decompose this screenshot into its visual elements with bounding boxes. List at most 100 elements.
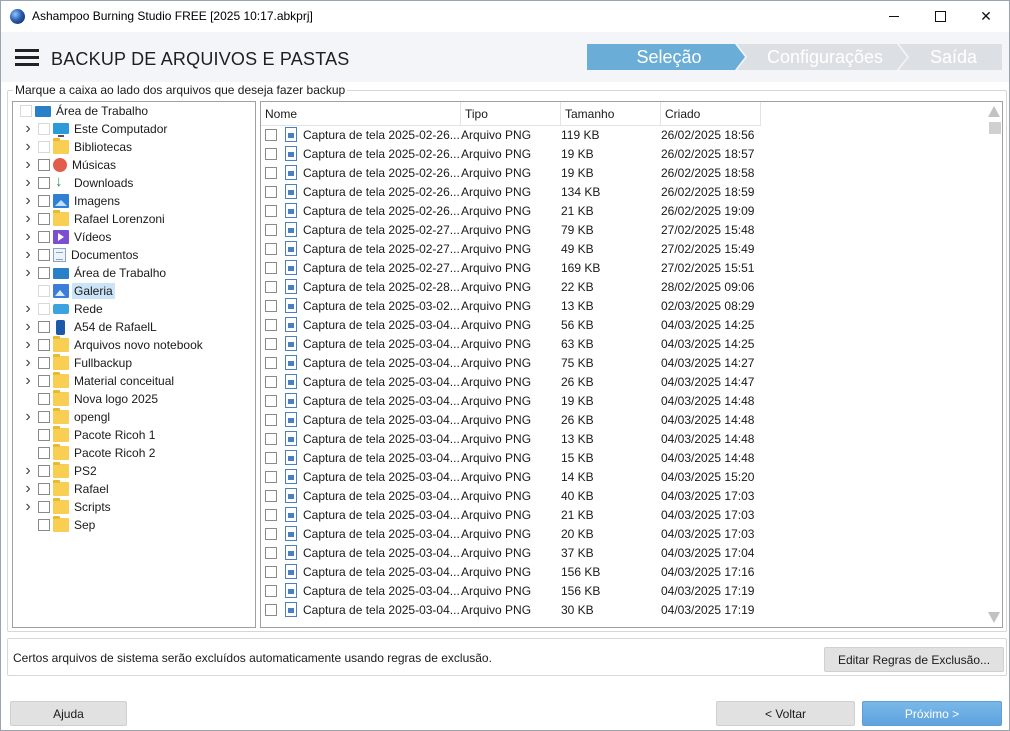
minimize-button[interactable] xyxy=(871,1,917,32)
chevron-right-icon[interactable]: › xyxy=(21,246,35,264)
chevron-right-icon[interactable]: › xyxy=(21,336,35,354)
table-row[interactable]: Captura de tela 2025-03-04... Arquivo PNG… xyxy=(261,373,985,392)
scroll-down-icon[interactable] xyxy=(988,612,1000,623)
tree-checkbox[interactable] xyxy=(38,375,50,387)
tree-checkbox[interactable] xyxy=(38,501,50,513)
tree-checkbox[interactable] xyxy=(38,339,50,351)
table-row[interactable]: Captura de tela 2025-02-26... Arquivo PNG… xyxy=(261,145,985,164)
row-checkbox[interactable] xyxy=(265,186,277,198)
tree-checkbox[interactable] xyxy=(38,447,50,459)
tree-item[interactable]: ›Pacote Ricoh 1 xyxy=(21,426,157,444)
row-checkbox[interactable] xyxy=(265,585,277,597)
table-row[interactable]: Captura de tela 2025-03-04... Arquivo PNG… xyxy=(261,449,985,468)
table-row[interactable]: Captura de tela 2025-03-04... Arquivo PNG… xyxy=(261,582,985,601)
tree-checkbox[interactable] xyxy=(38,303,50,315)
chevron-right-icon[interactable]: › xyxy=(21,156,35,174)
table-row[interactable]: Captura de tela 2025-03-04... Arquivo PNG… xyxy=(261,506,985,525)
tree-item[interactable]: › Este Computador xyxy=(21,120,169,138)
row-checkbox[interactable] xyxy=(265,319,277,331)
next-button[interactable]: Próximo > xyxy=(862,701,1002,726)
table-row[interactable]: Captura de tela 2025-03-04... Arquivo PNG… xyxy=(261,411,985,430)
tree-item[interactable]: › opengl xyxy=(21,408,112,426)
column-header-type[interactable]: Tipo xyxy=(461,102,561,126)
row-checkbox[interactable] xyxy=(265,395,277,407)
tree-item[interactable]: › A54 de RafaelL xyxy=(21,318,159,336)
tree-checkbox[interactable] xyxy=(38,465,50,477)
row-checkbox[interactable] xyxy=(265,205,277,217)
table-row[interactable]: Captura de tela 2025-03-04... Arquivo PNG… xyxy=(261,316,985,335)
folder-tree[interactable]: Área de Trabalho › Este Computador › Biblio… xyxy=(12,101,256,628)
column-header-size[interactable]: Tamanho xyxy=(561,102,661,126)
table-row[interactable]: Captura de tela 2025-02-26... Arquivo PNG… xyxy=(261,126,985,145)
chevron-right-icon[interactable]: › xyxy=(21,192,35,210)
column-header-created[interactable]: Criado xyxy=(661,102,761,126)
row-checkbox[interactable] xyxy=(265,547,277,559)
tree-item[interactable]: › Rafael xyxy=(21,480,111,498)
tree-item[interactable]: › Vídeos xyxy=(21,228,113,246)
chevron-right-icon[interactable]: › xyxy=(21,318,35,336)
back-button[interactable]: < Voltar xyxy=(716,701,855,726)
tree-item[interactable]: › Bibliotecas xyxy=(21,138,134,156)
row-checkbox[interactable] xyxy=(265,129,277,141)
row-checkbox[interactable] xyxy=(265,338,277,350)
table-row[interactable]: Captura de tela 2025-02-27... Arquivo PNG… xyxy=(261,240,985,259)
row-checkbox[interactable] xyxy=(265,281,277,293)
chevron-right-icon[interactable]: › xyxy=(21,498,35,516)
scroll-thumb[interactable] xyxy=(989,122,1001,134)
row-checkbox[interactable] xyxy=(265,509,277,521)
row-checkbox[interactable] xyxy=(265,471,277,483)
chevron-right-icon[interactable]: › xyxy=(21,480,35,498)
tree-checkbox[interactable] xyxy=(38,429,50,441)
tree-checkbox[interactable] xyxy=(38,393,50,405)
chevron-right-icon[interactable]: › xyxy=(21,174,35,192)
row-checkbox[interactable] xyxy=(265,167,277,179)
row-checkbox[interactable] xyxy=(265,528,277,540)
chevron-right-icon[interactable]: › xyxy=(21,228,35,246)
tree-item[interactable]: ›Nova logo 2025 xyxy=(21,390,160,408)
maximize-button[interactable] xyxy=(917,1,963,32)
table-row[interactable]: Captura de tela 2025-03-04... Arquivo PNG… xyxy=(261,468,985,487)
table-row[interactable]: Captura de tela 2025-03-04... Arquivo PNG… xyxy=(261,392,985,411)
row-checkbox[interactable] xyxy=(265,414,277,426)
row-checkbox[interactable] xyxy=(265,433,277,445)
tree-checkbox[interactable] xyxy=(38,267,50,279)
tree-item[interactable]: › Material conceitual xyxy=(21,372,176,390)
row-checkbox[interactable] xyxy=(265,376,277,388)
edit-exclusion-rules-button[interactable]: Editar Regras de Exclusão... xyxy=(824,647,1004,672)
chevron-right-icon[interactable]: › xyxy=(21,120,35,138)
tree-checkbox[interactable] xyxy=(38,411,50,423)
table-row[interactable]: Captura de tela 2025-03-04... Arquivo PNG… xyxy=(261,601,985,620)
scroll-up-icon[interactable] xyxy=(988,106,1000,117)
table-row[interactable]: Captura de tela 2025-03-04... Arquivo PNG… xyxy=(261,563,985,582)
chevron-right-icon[interactable]: › xyxy=(21,372,35,390)
tree-checkbox[interactable] xyxy=(38,483,50,495)
column-header-name[interactable]: Nome xyxy=(261,102,461,126)
table-row[interactable]: Captura de tela 2025-03-04... Arquivo PNG… xyxy=(261,430,985,449)
row-checkbox[interactable] xyxy=(265,300,277,312)
tree-item[interactable]: › Documentos xyxy=(21,246,140,264)
menu-icon[interactable] xyxy=(15,49,39,67)
tree-item[interactable]: › Imagens xyxy=(21,192,122,210)
table-row[interactable]: Captura de tela 2025-03-04... Arquivo PNG… xyxy=(261,354,985,373)
table-row[interactable]: Captura de tela 2025-02-26... Arquivo PNG… xyxy=(261,164,985,183)
tree-item[interactable]: › Fullbackup xyxy=(21,354,134,372)
row-checkbox[interactable] xyxy=(265,357,277,369)
tree-item[interactable]: › PS2 xyxy=(21,462,99,480)
tree-item[interactable]: › Arquivos novo notebook xyxy=(21,336,205,354)
row-checkbox[interactable] xyxy=(265,604,277,616)
row-checkbox[interactable] xyxy=(265,148,277,160)
help-button[interactable]: Ajuda xyxy=(10,701,127,726)
tree-checkbox[interactable] xyxy=(38,285,50,297)
tree-item[interactable]: ›Pacote Ricoh 2 xyxy=(21,444,157,462)
tree-item[interactable]: › Downloads xyxy=(21,173,135,192)
table-row[interactable]: Captura de tela 2025-03-02... Arquivo PNG… xyxy=(261,297,985,316)
chevron-right-icon[interactable]: › xyxy=(21,300,35,318)
tree-checkbox[interactable] xyxy=(38,231,50,243)
row-checkbox[interactable] xyxy=(265,490,277,502)
tree-checkbox[interactable] xyxy=(38,357,50,369)
chevron-right-icon[interactable]: › xyxy=(21,462,35,480)
tree-checkbox[interactable] xyxy=(38,519,50,531)
tree-item[interactable]: › Rafael Lorenzoni xyxy=(21,210,167,228)
table-row[interactable]: Captura de tela 2025-03-04... Arquivo PNG… xyxy=(261,544,985,563)
close-button[interactable]: ✕ xyxy=(963,1,1009,32)
